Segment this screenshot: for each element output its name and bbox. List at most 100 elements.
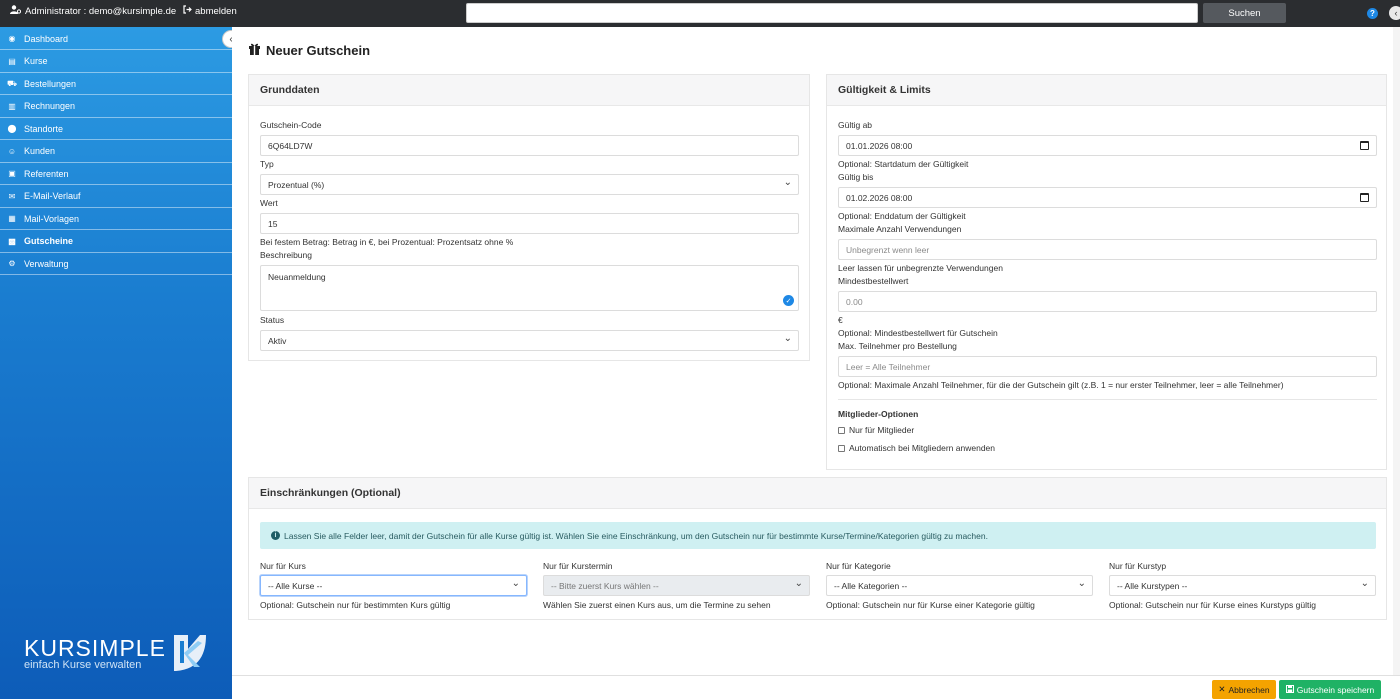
save-icon (1285, 684, 1294, 695)
date-filter-select[interactable]: -- Bitte zuerst Kurs wählen -- (543, 575, 810, 596)
info-alert: i Lassen Sie alle Felder leer, damit der… (260, 522, 1376, 549)
value-label: Wert (260, 198, 278, 208)
sidebar-item-label: Rechnungen (24, 101, 76, 111)
sidebar-item-bestellungen[interactable]: ⛟ Bestellungen (0, 73, 232, 95)
search-button[interactable]: Suchen (1203, 3, 1286, 23)
sidebar-item-dashboard[interactable]: ◉ Dashboard (0, 28, 232, 50)
status-label: Status (260, 315, 285, 325)
sidebar-item-referenten[interactable]: ▣ Referenten (0, 163, 232, 185)
sidebar-item-label: Bestellungen (24, 78, 77, 89)
valid-to-input[interactable]: 01.02.2026 08:00 (838, 187, 1377, 208)
code-input[interactable]: 6Q64LD7W (260, 135, 799, 156)
type-label: Typ (260, 159, 274, 169)
divider (838, 399, 1377, 400)
sidebar-item-label: Mail-Vorlagen (24, 213, 80, 224)
max-participants-label: Max. Teilnehmer pro Bestellung (838, 341, 957, 351)
min-order-unit: € (838, 315, 843, 325)
valid-from-label: Gültig ab (838, 120, 873, 130)
status-select[interactable]: Aktiv (260, 330, 799, 351)
value-help: Bei festem Betrag: Betrag in €, bei Proz… (260, 237, 514, 247)
action-bar: ✕ Abbrechen Gutschein speichern (232, 675, 1400, 699)
grunddaten-card: Grunddaten Gutschein-Code 6Q64LD7W Typ P… (248, 74, 810, 361)
sidebar-item-label: E-Mail-Verlauf (24, 191, 81, 201)
sidebar-item-rechnungen[interactable]: ▥ Rechnungen (0, 96, 232, 118)
check-icon: ✓ (783, 295, 794, 306)
sidebar-item-mail-vorlagen[interactable]: ▦ Mail-Vorlagen (0, 208, 232, 230)
category-filter-select[interactable]: -- Alle Kategorien -- (826, 575, 1093, 596)
gear-icon: ⚙ (8, 259, 16, 268)
map-marker-icon: ⬤ (7, 124, 17, 133)
sidebar-item-label: Gutscheine (24, 236, 74, 246)
course-filter-select[interactable]: -- Alle Kurse -- (260, 575, 527, 596)
main-content: Neuer Gutschein Grunddaten Gutschein-Cod… (232, 27, 1400, 675)
sidebar-item-label: Dashboard (24, 33, 69, 44)
coursetype-filter-label: Nur für Kurstyp (1109, 561, 1167, 571)
cart-icon: ⛟ (6, 78, 18, 88)
help-icon[interactable]: ? (1367, 8, 1378, 19)
valid-from-input[interactable]: 01.01.2026 08:00 (838, 135, 1377, 156)
search-input[interactable] (466, 3, 1198, 23)
value-input[interactable]: 15 (260, 213, 799, 234)
members-options-title: Mitglieder-Optionen (838, 409, 919, 419)
members-auto-checkbox[interactable]: Automatisch bei Mitgliedern anwenden (838, 443, 995, 453)
scrollbar[interactable] (1393, 27, 1400, 675)
min-order-help: Optional: Mindestbestellwert für Gutsche… (838, 328, 998, 338)
dashboard-icon: ◉ (8, 34, 16, 43)
sidebar-item-kurse[interactable]: ▤ Kurse (0, 51, 232, 73)
sidebar-item-verwaltung[interactable]: ⚙ Verwaltung (0, 253, 232, 275)
user-icon (10, 5, 22, 17)
course-filter-help: Optional: Gutschein nur für bestimmten K… (260, 600, 451, 610)
category-filter-help: Optional: Gutschein nur für Kurse einer … (826, 600, 1035, 610)
id-card-icon: ▣ (8, 169, 16, 178)
sidebar-item-label: Kunden (24, 146, 56, 156)
max-uses-label: Maximale Anzahl Verwendungen (838, 224, 962, 234)
chevron-left-icon[interactable]: ‹ (1389, 6, 1400, 20)
page-title: Neuer Gutschein (248, 42, 370, 58)
close-icon: ✕ (1218, 684, 1226, 694)
description-textarea[interactable]: Neuanmeldung ✓ (260, 265, 799, 311)
category-filter-label: Nur für Kategorie (826, 561, 891, 571)
max-participants-help: Optional: Maximale Anzahl Teilnehmer, fü… (838, 380, 1284, 390)
grunddaten-title: Grunddaten (249, 75, 809, 106)
book-icon: ▤ (8, 56, 16, 66)
type-select[interactable]: Prozentual (%) (260, 174, 799, 195)
sidebar-item-gutscheine[interactable]: ▩ Gutscheine (0, 231, 232, 253)
sidebar-item-e-mail-verlauf[interactable]: ✉ E-Mail-Verlauf (0, 186, 232, 208)
max-participants-input[interactable]: Leer = Alle Teilnehmer (838, 356, 1377, 377)
coursetype-filter-help: Optional: Gutschein nur für Kurse eines … (1109, 600, 1316, 610)
file-icon: ▦ (8, 214, 16, 223)
description-label: Beschreibung (260, 250, 312, 260)
logout-link[interactable]: abmelden (183, 5, 237, 17)
calendar-icon[interactable] (1360, 141, 1369, 150)
sidebar-item-label: Kurse (24, 56, 48, 66)
einschraenkungen-title: Einschränkungen (Optional) (249, 478, 1386, 509)
date-filter-label: Nur für Kurstermin (543, 561, 613, 571)
min-order-input[interactable]: 0.00 (838, 291, 1377, 312)
envelope-icon: ✉ (8, 191, 16, 201)
save-button[interactable]: Gutschein speichern (1279, 680, 1381, 699)
min-order-label: Mindestbestellwert (838, 276, 909, 286)
members-only-checkbox[interactable]: Nur für Mitglieder (838, 425, 914, 435)
date-filter-help: Wählen Sie zuerst einen Kurs aus, um die… (543, 600, 771, 610)
checkbox[interactable] (838, 444, 845, 452)
user-info: Administrator : demo@kursimple.de (10, 5, 176, 17)
gueltigkeit-card: Gültigkeit & Limits Gültig ab 01.01.2026… (826, 74, 1387, 470)
brand-name: KURSIMPLE (24, 635, 166, 661)
sign-out-icon (183, 5, 192, 17)
checkbox[interactable] (838, 426, 845, 434)
sidebar-item-kunden[interactable]: ☺ Kunden (0, 141, 232, 163)
info-icon: i (271, 531, 280, 540)
coursetype-filter-select[interactable]: -- Alle Kurstypen -- (1109, 575, 1376, 596)
invoice-icon: ▥ (8, 101, 16, 111)
max-uses-help: Leer lassen für unbegrenzte Verwendungen (838, 263, 1003, 273)
cancel-button[interactable]: ✕ Abbrechen (1212, 680, 1276, 699)
sidebar-item-label: Standorte (24, 123, 64, 134)
max-uses-input[interactable]: Unbegrenzt wenn leer (838, 239, 1377, 260)
valid-to-label: Gültig bis (838, 172, 874, 182)
code-label: Gutschein-Code (260, 120, 322, 130)
sidebar-item-standorte[interactable]: ⬤ Standorte (0, 118, 232, 140)
valid-from-help: Optional: Startdatum der Gültigkeit (838, 159, 969, 169)
calendar-icon[interactable] (1360, 193, 1369, 202)
sidebar-item-label: Verwaltung (24, 258, 69, 269)
sidebar-item-label: Referenten (24, 168, 69, 179)
